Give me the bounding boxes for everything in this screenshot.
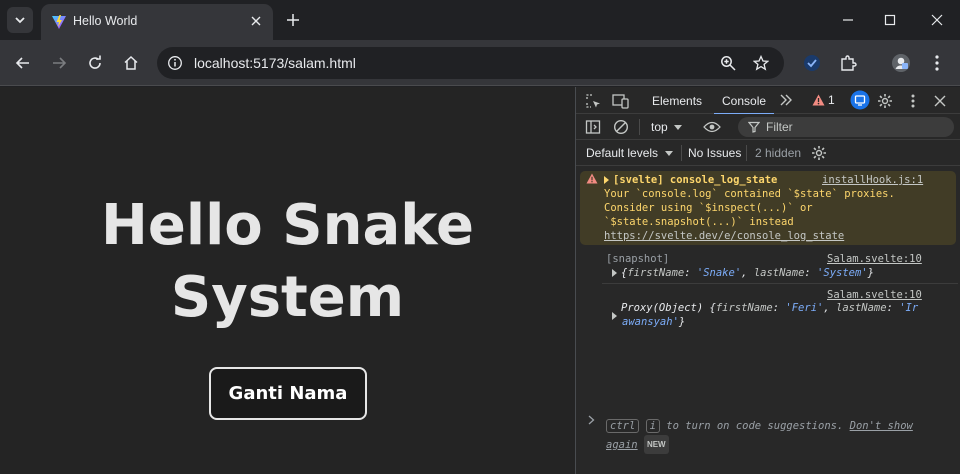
no-issues-button[interactable]: No Issues: [688, 146, 741, 160]
snapshot-label: [snapshot]: [606, 253, 670, 265]
kbd-i: i: [645, 419, 660, 433]
toolbar-divider: [639, 119, 640, 135]
expand-triangle-icon[interactable]: [612, 312, 617, 320]
filter-icon: [748, 121, 760, 133]
reload-icon[interactable]: [83, 51, 107, 75]
forward-icon[interactable]: [47, 51, 71, 75]
console-levels-bar: Default levels No Issues 2 hidden: [576, 140, 960, 166]
console-toolbar: top Filter: [576, 114, 960, 140]
zoom-icon[interactable]: [717, 52, 739, 74]
console-prompt-icon: [588, 415, 595, 430]
console-output: [svelte] console_log_state installHook.j…: [576, 166, 960, 474]
ganti-nama-button[interactable]: Ganti Nama: [209, 367, 367, 420]
page-viewport: Hello Snake System Ganti Nama: [0, 87, 575, 474]
warning-title: [svelte] console_log_state: [613, 174, 778, 186]
tab-elements[interactable]: Elements: [652, 94, 702, 108]
devtools-close-icon[interactable]: [930, 91, 950, 111]
device-toolbar-icon[interactable]: [610, 91, 630, 111]
inspect-element-icon[interactable]: [583, 91, 603, 111]
context-label: top: [651, 120, 668, 134]
tab-search-icon[interactable]: [7, 7, 33, 33]
warning-doc-link[interactable]: https://svelte.dev/e/console_log_state: [604, 229, 844, 244]
warning-triangle-icon: [812, 94, 825, 106]
log2-object-wrap: awansyah'}: [622, 316, 686, 328]
star-icon[interactable]: [750, 52, 772, 74]
filter-input[interactable]: Filter: [738, 117, 954, 137]
warning-line-2: Consider using `$inspect(...)` or: [604, 202, 813, 214]
home-icon[interactable]: [119, 51, 143, 75]
eye-icon[interactable]: [702, 117, 722, 137]
settings-gear-icon[interactable]: [875, 91, 895, 111]
console-input-hint[interactable]: ctrl i to turn on code suggestions. Don'…: [606, 418, 946, 454]
log1-source-link[interactable]: Salam.svelte:10: [827, 252, 922, 267]
window-close-icon[interactable]: [925, 8, 949, 32]
profile-icon[interactable]: [889, 51, 913, 75]
warning-line-3: `$state.snapshot(...)` instead: [604, 216, 794, 228]
warning-line-1: Your `console.log` contained `$state` pr…: [604, 188, 895, 200]
log2-object[interactable]: Proxy(Object) {firstName: 'Feri', lastNa…: [612, 301, 918, 316]
info-icon[interactable]: [165, 53, 185, 73]
maximize-icon[interactable]: [878, 8, 902, 32]
heading-line-2: System: [170, 265, 405, 330]
more-icon[interactable]: [925, 51, 949, 75]
caret-down-icon: [665, 151, 674, 156]
warning-source-link[interactable]: installHook.js:1: [822, 173, 923, 188]
warning-count-badge[interactable]: 1: [812, 93, 835, 107]
tab-hello-world[interactable]: Hello World: [41, 4, 273, 40]
sidebar-toggle-icon[interactable]: [583, 117, 603, 137]
page-heading: Hello Snake System: [0, 190, 575, 334]
caret-down-icon: [674, 125, 683, 130]
clear-console-icon[interactable]: [611, 117, 631, 137]
kbd-ctrl: ctrl: [606, 419, 640, 433]
browser-toolbar: localhost:5173/salam.html: [0, 40, 960, 86]
heading-line-1: Hello Snake: [101, 193, 474, 258]
close-icon[interactable]: [247, 12, 265, 30]
toolbar-divider: [746, 145, 747, 161]
vite-favicon-icon: [51, 14, 67, 30]
ai-assistance-icon[interactable]: [850, 90, 870, 110]
new-badge: NEW: [643, 435, 669, 454]
tab-title: Hello World: [73, 14, 138, 28]
check-shield-icon[interactable]: [800, 51, 824, 75]
extensions-icon[interactable]: [836, 51, 860, 75]
more-tabs-icon[interactable]: [776, 90, 796, 110]
tab-strip: Hello World: [0, 0, 960, 40]
warning-count: 1: [828, 93, 835, 107]
url-text: localhost:5173/salam.html: [194, 55, 356, 71]
default-levels-label: Default levels: [586, 146, 659, 160]
minimize-icon[interactable]: [836, 8, 860, 32]
filter-placeholder: Filter: [766, 120, 793, 134]
console-settings-icon[interactable]: [809, 143, 829, 163]
expand-triangle-icon: [604, 176, 609, 184]
devtools-tab-bar: Elements Console 1: [576, 87, 960, 115]
expand-triangle-icon: [612, 269, 617, 277]
tab-console[interactable]: Console: [713, 94, 775, 115]
warning-triangle-icon: [586, 173, 598, 189]
back-icon[interactable]: [11, 51, 35, 75]
warning-title-row: [svelte] console_log_state: [604, 173, 777, 188]
console-warning-message[interactable]: [svelte] console_log_state installHook.j…: [580, 171, 956, 245]
log1-object[interactable]: {firstName: 'Snake', lastName: 'System'}: [612, 266, 874, 281]
hint-text: to turn on code suggestions.: [666, 420, 844, 432]
log-divider: [602, 283, 958, 284]
default-levels-dropdown[interactable]: Default levels: [586, 146, 674, 160]
dont-show-link-again[interactable]: again: [606, 439, 638, 451]
context-selector[interactable]: top: [651, 120, 683, 134]
dont-show-link[interactable]: Don't show: [850, 420, 913, 432]
hidden-count: 2 hidden: [755, 146, 802, 160]
devtools-more-icon[interactable]: [903, 91, 923, 111]
toolbar-divider: [681, 145, 682, 161]
plus-icon[interactable]: [282, 9, 304, 31]
address-bar[interactable]: localhost:5173/salam.html: [157, 47, 784, 79]
devtools-panel: Elements Console 1 top Filter Default le…: [575, 87, 960, 474]
